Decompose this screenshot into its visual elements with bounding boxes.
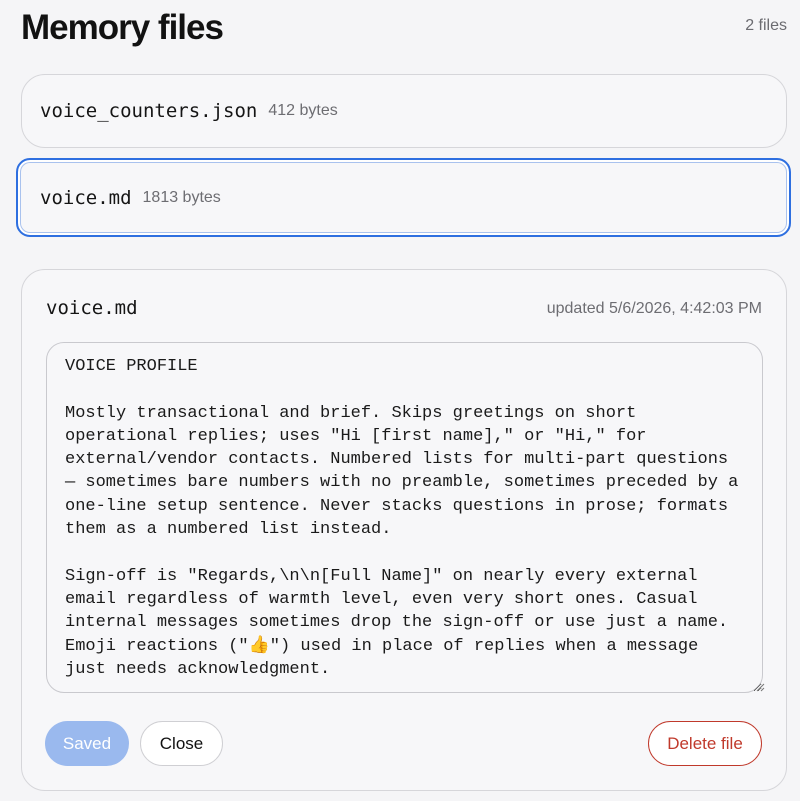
file-name: voice_counters.json — [40, 100, 258, 122]
editor-card: voice.md updated 5/6/2026, 4:42:03 PM VO… — [21, 269, 787, 791]
file-item-voice-counters[interactable]: voice_counters.json 412 bytes — [21, 74, 787, 148]
file-size: 1813 bytes — [142, 188, 221, 206]
file-count: 2 files — [745, 17, 787, 34]
memory-files-page: Memory files 2 files voice_counters.json… — [0, 0, 800, 801]
resize-grip-icon[interactable] — [755, 682, 765, 692]
delete-file-button[interactable]: Delete file — [648, 721, 762, 766]
file-size: 412 bytes — [268, 102, 338, 119]
editor-filename: voice.md — [46, 297, 138, 319]
saved-button[interactable]: Saved — [45, 721, 129, 766]
header: Memory files 2 files — [21, 6, 787, 50]
file-content-textarea[interactable]: VOICE PROFILE Mostly transactional and b… — [46, 342, 763, 693]
page-title: Memory files — [21, 8, 224, 47]
updated-timestamp: updated 5/6/2026, 4:42:03 PM — [546, 300, 762, 317]
file-name: voice.md — [40, 186, 132, 209]
file-item-voice-md[interactable]: voice.md 1813 bytes — [16, 158, 791, 237]
close-button[interactable]: Close — [140, 721, 223, 766]
